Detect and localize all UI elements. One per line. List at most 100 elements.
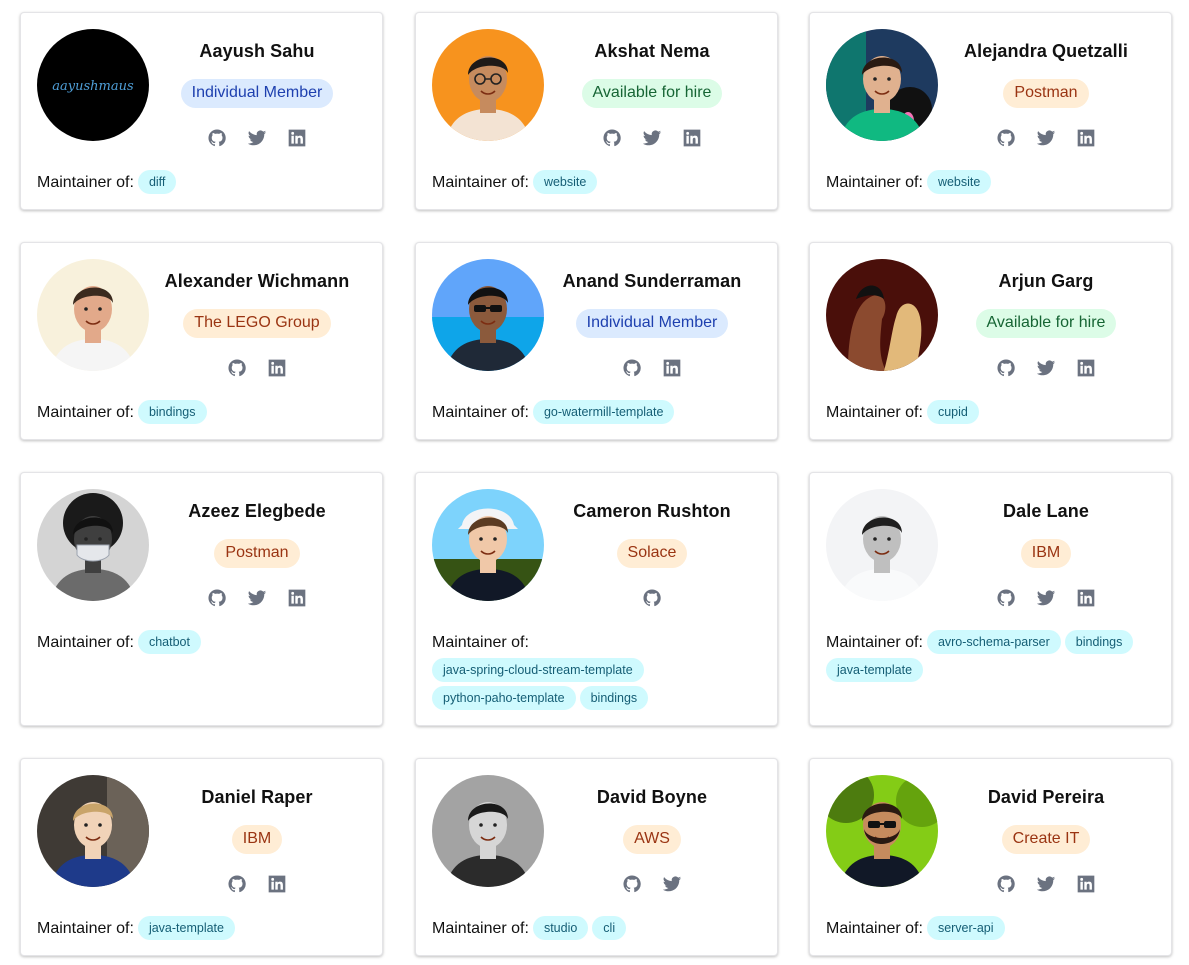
maintainer-of: Maintainer of: cupid [826, 399, 1159, 427]
twitter-icon[interactable] [1036, 588, 1056, 608]
linkedin-icon[interactable] [1076, 588, 1096, 608]
badge-container: Create IT [946, 825, 1146, 854]
social-links [157, 874, 357, 894]
github-icon[interactable] [622, 874, 642, 894]
repo-tag[interactable]: website [926, 170, 992, 194]
badge-container: Individual Member [552, 309, 752, 338]
svg-text:aayushmaus: aayushmaus [52, 79, 134, 94]
avatar [432, 259, 544, 371]
linkedin-icon[interactable] [287, 128, 307, 148]
linkedin-icon[interactable] [682, 128, 702, 148]
github-icon[interactable] [996, 128, 1016, 148]
maintainer-name: Alexander Wichmann [164, 271, 350, 291]
badge-container: IBM [946, 539, 1146, 568]
repo-tag[interactable]: bindings [579, 686, 649, 710]
linkedin-icon[interactable] [1076, 874, 1096, 894]
repo-tag[interactable]: java-spring-cloud-stream-template [432, 658, 644, 682]
social-links [552, 874, 752, 894]
github-icon[interactable] [207, 588, 227, 608]
maintainer-card: Arjun Garg Available for hire Maintainer o… [809, 242, 1172, 440]
linkedin-icon[interactable] [267, 358, 287, 378]
github-icon[interactable] [996, 874, 1016, 894]
social-links [157, 358, 357, 378]
social-links [157, 128, 357, 148]
github-icon[interactable] [996, 358, 1016, 378]
github-icon[interactable] [227, 874, 247, 894]
avatar [432, 775, 544, 887]
badge-container: Postman [157, 539, 357, 568]
repo-tag[interactable]: server-api [926, 916, 1005, 940]
twitter-icon[interactable] [1036, 128, 1056, 148]
affiliation-badge: Available for hire [975, 309, 1117, 338]
avatar [432, 29, 544, 141]
avatar: aayushmaus [37, 29, 149, 141]
twitter-icon[interactable] [662, 874, 682, 894]
github-icon[interactable] [602, 128, 622, 148]
maintainer-name: Cameron Rushton [573, 501, 731, 521]
social-links [157, 588, 357, 608]
maintainer-name: Arjun Garg [998, 271, 1094, 291]
maintainer-label: Maintainer of: [826, 174, 923, 191]
linkedin-icon[interactable] [287, 588, 307, 608]
maintainer-label: Maintainer of: [826, 920, 923, 937]
maintainer-of: Maintainer of: diff [37, 169, 370, 197]
maintainer-label: Maintainer of: [37, 920, 134, 937]
github-icon[interactable] [996, 588, 1016, 608]
linkedin-icon[interactable] [267, 874, 287, 894]
maintainer-label: Maintainer of: [432, 174, 529, 191]
maintainer-card: Azeez Elegbede Postman Maintainer of: chatb… [20, 472, 383, 726]
maintainer-card: Cameron Rushton Solace Maintainer of: java-… [415, 472, 778, 726]
repo-tag[interactable]: website [532, 170, 598, 194]
twitter-icon[interactable] [247, 588, 267, 608]
repo-tag[interactable]: python-paho-template [432, 686, 576, 710]
github-icon[interactable] [227, 358, 247, 378]
affiliation-badge: IBM [1020, 539, 1072, 568]
linkedin-icon[interactable] [1076, 128, 1096, 148]
maintainer-label: Maintainer of: [37, 634, 134, 651]
avatar [826, 489, 938, 601]
maintainer-card: aayushmaus Aayush Sahu Individual Member Ma… [20, 12, 383, 210]
github-icon[interactable] [622, 358, 642, 378]
repo-tag[interactable]: cupid [926, 400, 979, 424]
twitter-icon[interactable] [1036, 874, 1056, 894]
maintainer-label: Maintainer of: [37, 174, 134, 191]
repo-tag[interactable]: java-template [826, 658, 924, 682]
repo-tag[interactable]: bindings [1064, 630, 1134, 654]
maintainer-label: Maintainer of: [826, 404, 923, 421]
linkedin-icon[interactable] [662, 358, 682, 378]
twitter-icon[interactable] [642, 128, 662, 148]
maintainer-of: Maintainer of: bindings [37, 399, 370, 427]
badge-container: Individual Member [157, 79, 357, 108]
maintainer-of: Maintainer of: avro-schema-parser bindings… [826, 629, 1159, 685]
github-icon[interactable] [642, 588, 662, 608]
affiliation-badge: The LEGO Group [183, 309, 331, 338]
maintainer-name: Daniel Raper [201, 787, 313, 807]
repo-tag[interactable]: go-watermill-template [532, 400, 675, 424]
github-icon[interactable] [207, 128, 227, 148]
repo-tag[interactable]: avro-schema-parser [926, 630, 1061, 654]
twitter-icon[interactable] [247, 128, 267, 148]
maintainer-name: David Pereira [987, 787, 1105, 807]
affiliation-badge: Solace [616, 539, 688, 568]
maintainer-of: Maintainer of: go-watermill-template [432, 399, 765, 427]
maintainer-of: Maintainer of: server-api [826, 915, 1159, 943]
avatar [826, 29, 938, 141]
maintainer-of: Maintainer of: website [432, 169, 765, 197]
repo-tag[interactable]: studio [532, 916, 589, 940]
affiliation-badge: Postman [214, 539, 300, 568]
repo-tag[interactable]: diff [137, 170, 177, 194]
repo-tag[interactable]: java-template [137, 916, 235, 940]
twitter-icon[interactable] [1036, 358, 1056, 378]
maintainer-card: Anand Sunderraman Individual Member Mainta… [415, 242, 778, 440]
avatar [37, 775, 149, 887]
avatar [37, 489, 149, 601]
maintainer-card: Dale Lane IBM Maintainer of: avro-schema-pa… [809, 472, 1172, 726]
linkedin-icon[interactable] [1076, 358, 1096, 378]
social-links [552, 588, 752, 608]
repo-tag[interactable]: chatbot [137, 630, 201, 654]
maintainer-label: Maintainer of: [432, 634, 529, 651]
repo-tag[interactable]: bindings [137, 400, 207, 424]
badge-container: Solace [552, 539, 752, 568]
repo-tag[interactable]: cli [592, 916, 627, 940]
affiliation-badge: AWS [623, 825, 681, 854]
